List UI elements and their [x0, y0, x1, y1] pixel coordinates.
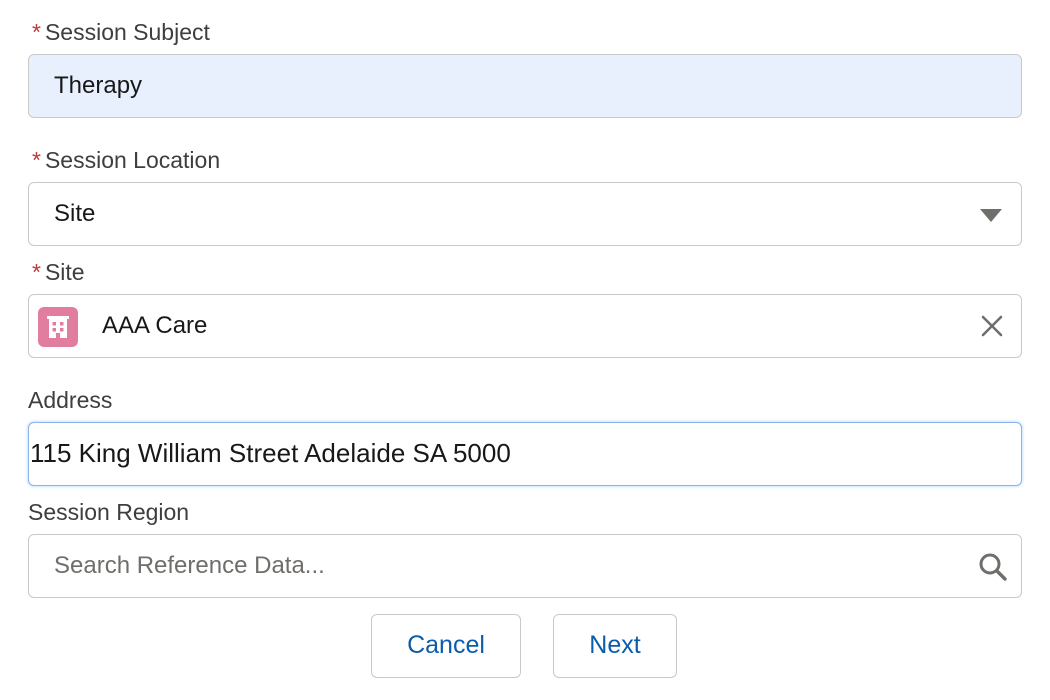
- required-marker: *: [32, 259, 41, 285]
- session-subject-label-text: Session Subject: [44, 19, 210, 45]
- site-lookup-field[interactable]: AAA Care: [28, 294, 1022, 358]
- session-region-search-input[interactable]: Search Reference Data...: [28, 534, 1022, 598]
- site-label-text: Site: [44, 259, 85, 285]
- session-location-select[interactable]: Site: [28, 182, 1022, 246]
- session-location-value: Site: [54, 200, 96, 227]
- address-value: 115 King William Street Adelaide SA 5000: [30, 438, 511, 468]
- address-label: Address: [28, 387, 113, 413]
- session-subject-value: Therapy: [54, 72, 143, 99]
- next-button[interactable]: Next: [553, 614, 677, 678]
- session-location-label-text: Session Location: [44, 147, 221, 173]
- session-region-label: Session Region: [28, 499, 190, 525]
- session-subject-field[interactable]: Therapy: [28, 54, 1022, 118]
- session-form: * Session Subject Therapy * Session Locati…: [0, 0, 1050, 700]
- chevron-down-icon[interactable]: [980, 209, 1002, 222]
- address-input[interactable]: 115 King William Street Adelaide SA 5000: [28, 422, 1022, 486]
- site-value: AAA Care: [102, 312, 208, 339]
- cancel-button[interactable]: Cancel: [371, 614, 521, 678]
- close-icon[interactable]: [977, 311, 1007, 341]
- search-icon: [977, 551, 1009, 583]
- site-label: * Site: [28, 257, 85, 287]
- building-icon: [38, 307, 78, 347]
- session-subject-label: * Session Subject: [28, 17, 210, 47]
- session-location-label: * Session Location: [28, 145, 220, 175]
- required-marker: *: [32, 19, 41, 45]
- session-region-placeholder: Search Reference Data...: [54, 552, 325, 579]
- required-marker: *: [32, 147, 41, 173]
